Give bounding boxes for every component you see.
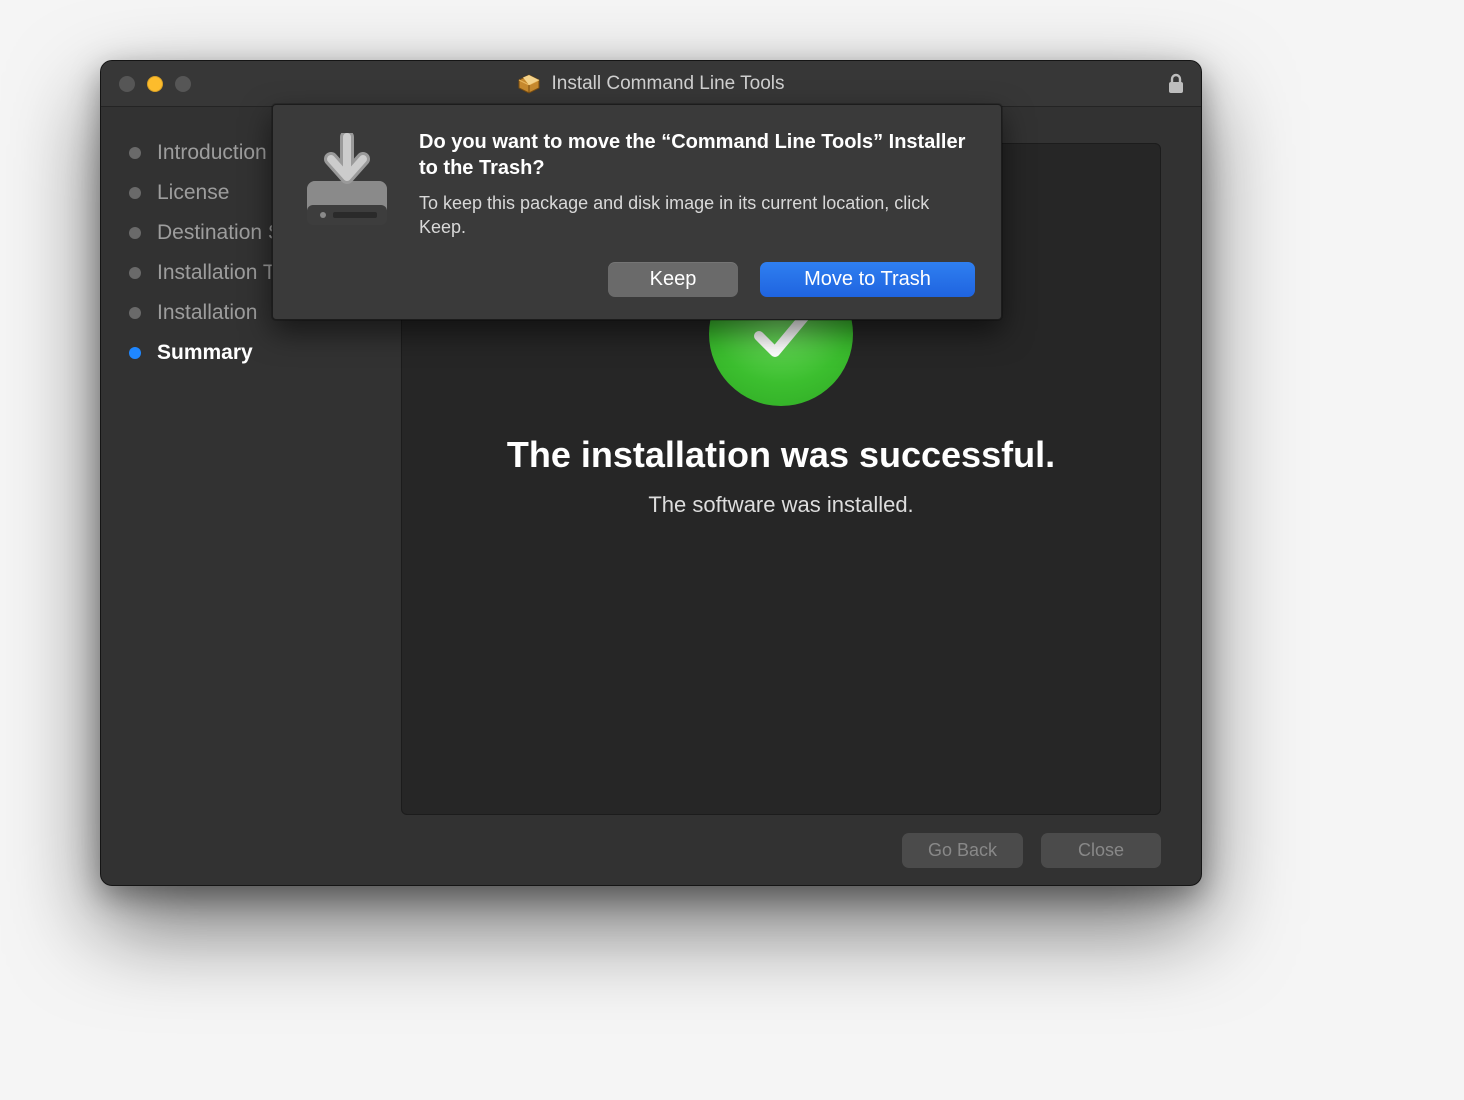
- disk-download-icon: [299, 129, 395, 297]
- step-label: Introduction: [157, 141, 267, 165]
- dialog-heading: Do you want to move the “Command Line To…: [419, 129, 975, 181]
- window-minimize-button[interactable]: [147, 76, 163, 92]
- keep-button[interactable]: Keep: [608, 262, 738, 297]
- step-bullet: [129, 267, 141, 279]
- success-title: The installation was successful.: [507, 434, 1055, 476]
- window-zoom-button[interactable]: [175, 76, 191, 92]
- package-icon: [517, 73, 541, 95]
- window-close-button[interactable]: [119, 76, 135, 92]
- close-button[interactable]: Close: [1041, 833, 1161, 868]
- step-bullet: [129, 147, 141, 159]
- step-bullet: [129, 347, 141, 359]
- move-to-trash-dialog: Do you want to move the “Command Line To…: [272, 104, 1002, 320]
- step-bullet: [129, 187, 141, 199]
- window-title: Install Command Line Tools: [551, 73, 784, 95]
- step-summary: Summary: [129, 341, 401, 365]
- title-center: Install Command Line Tools: [101, 73, 1201, 95]
- dialog-description: To keep this package and disk image in i…: [419, 191, 975, 240]
- step-label: Summary: [157, 341, 253, 365]
- titlebar: Install Command Line Tools: [101, 61, 1201, 107]
- step-bullet: [129, 307, 141, 319]
- success-subtitle: The software was installed.: [648, 492, 913, 518]
- step-label: License: [157, 181, 229, 205]
- traffic-lights: [101, 76, 191, 92]
- lock-icon[interactable]: [1167, 61, 1185, 106]
- footer: Go Back Close: [101, 815, 1201, 885]
- move-to-trash-button[interactable]: Move to Trash: [760, 262, 975, 297]
- go-back-button[interactable]: Go Back: [902, 833, 1023, 868]
- step-label: Installation: [157, 301, 257, 325]
- step-bullet: [129, 227, 141, 239]
